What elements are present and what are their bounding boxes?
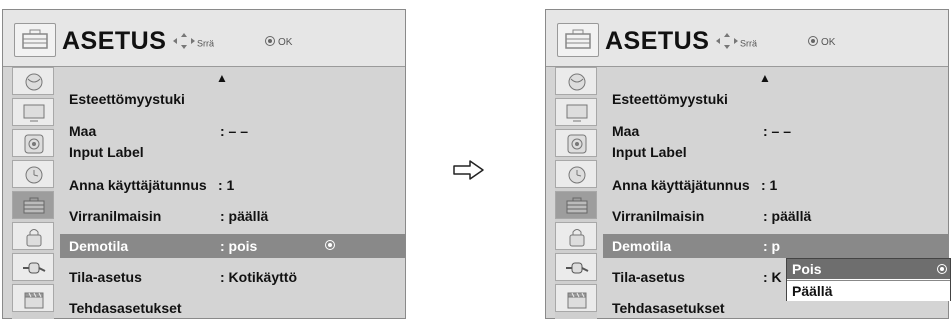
- navigation-hint-label: Srrä: [740, 38, 758, 49]
- navigation-hint: Srrä: [173, 33, 215, 52]
- list-item-selected[interactable]: Demotila : p: [603, 234, 949, 258]
- list-item[interactable]: Tehdasasetukset: [60, 296, 406, 320]
- item-label: Anna käyttäjätunnus: [612, 177, 750, 193]
- item-value: : Kotikäyttö: [220, 269, 297, 285]
- navigation-hint: Srrä: [716, 33, 758, 52]
- item-label: Demotila: [69, 238, 129, 254]
- list-item[interactable]: Virranilmaisin : päällä: [603, 204, 949, 228]
- menu-header: ASETUS Srrä OK: [3, 10, 405, 67]
- item-label: Tila-asetus: [612, 269, 685, 285]
- radio-selected-icon: [325, 240, 335, 250]
- input-plug-icon[interactable]: [555, 253, 597, 281]
- item-label: Virranilmaisin: [69, 208, 162, 224]
- option-label: Pois: [792, 261, 822, 277]
- category-icon-column: [12, 67, 54, 319]
- ok-button-icon: [265, 36, 275, 46]
- clapperboard-icon[interactable]: [12, 284, 54, 312]
- list-item[interactable]: Input Label: [60, 140, 406, 164]
- satellite-dish-icon[interactable]: [12, 67, 54, 95]
- monitor-icon[interactable]: [555, 98, 597, 126]
- menu-header: ASETUS Srrä OK: [546, 10, 948, 67]
- monitor-icon[interactable]: [12, 98, 54, 126]
- item-value: : päällä: [220, 208, 269, 224]
- item-label: Tila-asetus: [69, 269, 142, 285]
- list-item-selected[interactable]: Demotila : pois: [60, 234, 406, 258]
- item-value: : p: [763, 238, 781, 254]
- item-value: : 1: [761, 177, 778, 193]
- speaker-icon[interactable]: [555, 129, 597, 157]
- ok-hint-label: OK: [278, 37, 293, 48]
- ok-hint-label: OK: [821, 37, 836, 48]
- menu-title: ASETUS: [62, 27, 167, 55]
- option-label: Päällä: [792, 283, 833, 299]
- item-value: : – –: [763, 123, 792, 139]
- item-label: Input Label: [612, 144, 687, 160]
- list-item[interactable]: Esteettömyystuki: [60, 87, 406, 111]
- item-value: : 1: [218, 177, 235, 193]
- item-label: Esteettömyystuki: [69, 91, 185, 107]
- next-step-arrow-icon: [453, 160, 484, 180]
- item-value: : päällä: [763, 208, 812, 224]
- item-label: Esteettömyystuki: [612, 91, 728, 107]
- navigation-hint-label: Srrä: [197, 38, 215, 49]
- list-item[interactable]: Input Label: [603, 140, 949, 164]
- item-label: Anna käyttäjätunnus: [69, 177, 207, 193]
- item-label: Maa: [612, 123, 640, 139]
- list-item[interactable]: Anna käyttäjätunnus : 1: [603, 173, 949, 197]
- scroll-up-arrow-icon[interactable]: ▲: [216, 71, 228, 85]
- radio-selected-icon: [937, 264, 947, 274]
- dropdown-option-paalla[interactable]: Päällä: [787, 280, 950, 301]
- toolbox-icon: [557, 23, 599, 57]
- toolbox-icon[interactable]: [555, 191, 597, 219]
- list-item[interactable]: Anna käyttäjätunnus : 1: [60, 173, 406, 197]
- satellite-dish-icon[interactable]: [555, 67, 597, 95]
- direction-pad-icon: [716, 33, 738, 49]
- lock-icon[interactable]: [555, 222, 597, 250]
- category-icon-column: [555, 67, 597, 319]
- list-item[interactable]: Virranilmaisin : päällä: [60, 204, 406, 228]
- list-item[interactable]: Esteettömyystuki: [603, 87, 949, 111]
- demo-mode-dropdown: Pois Päällä: [786, 258, 951, 301]
- menu-title: ASETUS: [605, 27, 710, 55]
- item-value: : K: [763, 269, 782, 285]
- item-value: : pois: [220, 238, 258, 254]
- speaker-icon[interactable]: [12, 129, 54, 157]
- lock-icon[interactable]: [12, 222, 54, 250]
- scroll-up-arrow-icon[interactable]: ▲: [759, 71, 771, 85]
- item-label: Input Label: [69, 144, 144, 160]
- list-item[interactable]: Tila-asetus : Kotikäyttö: [60, 265, 406, 289]
- ok-button-icon: [808, 36, 818, 46]
- input-plug-icon[interactable]: [12, 253, 54, 281]
- item-label: Demotila: [612, 238, 672, 254]
- toolbox-icon: [14, 23, 56, 57]
- item-label: Maa: [69, 123, 97, 139]
- clock-icon[interactable]: [555, 160, 597, 188]
- item-label: Virranilmaisin: [612, 208, 705, 224]
- item-label: Tehdasasetukset: [69, 300, 182, 316]
- item-label: Tehdasasetukset: [612, 300, 725, 316]
- dropdown-option-pois[interactable]: Pois: [787, 259, 950, 279]
- settings-menu-panel-before: ASETUS Srrä OK ▲ Esteettömyystuki Maa : –…: [2, 9, 406, 319]
- settings-list: ▲ Esteettömyystuki Maa: – – Input Label …: [60, 67, 406, 319]
- ok-hint: OK: [808, 36, 835, 48]
- item-value: : – –: [220, 123, 249, 139]
- direction-pad-icon: [173, 33, 195, 49]
- clock-icon[interactable]: [12, 160, 54, 188]
- ok-hint: OK: [265, 36, 292, 48]
- clapperboard-icon[interactable]: [555, 284, 597, 312]
- toolbox-icon[interactable]: [12, 191, 54, 219]
